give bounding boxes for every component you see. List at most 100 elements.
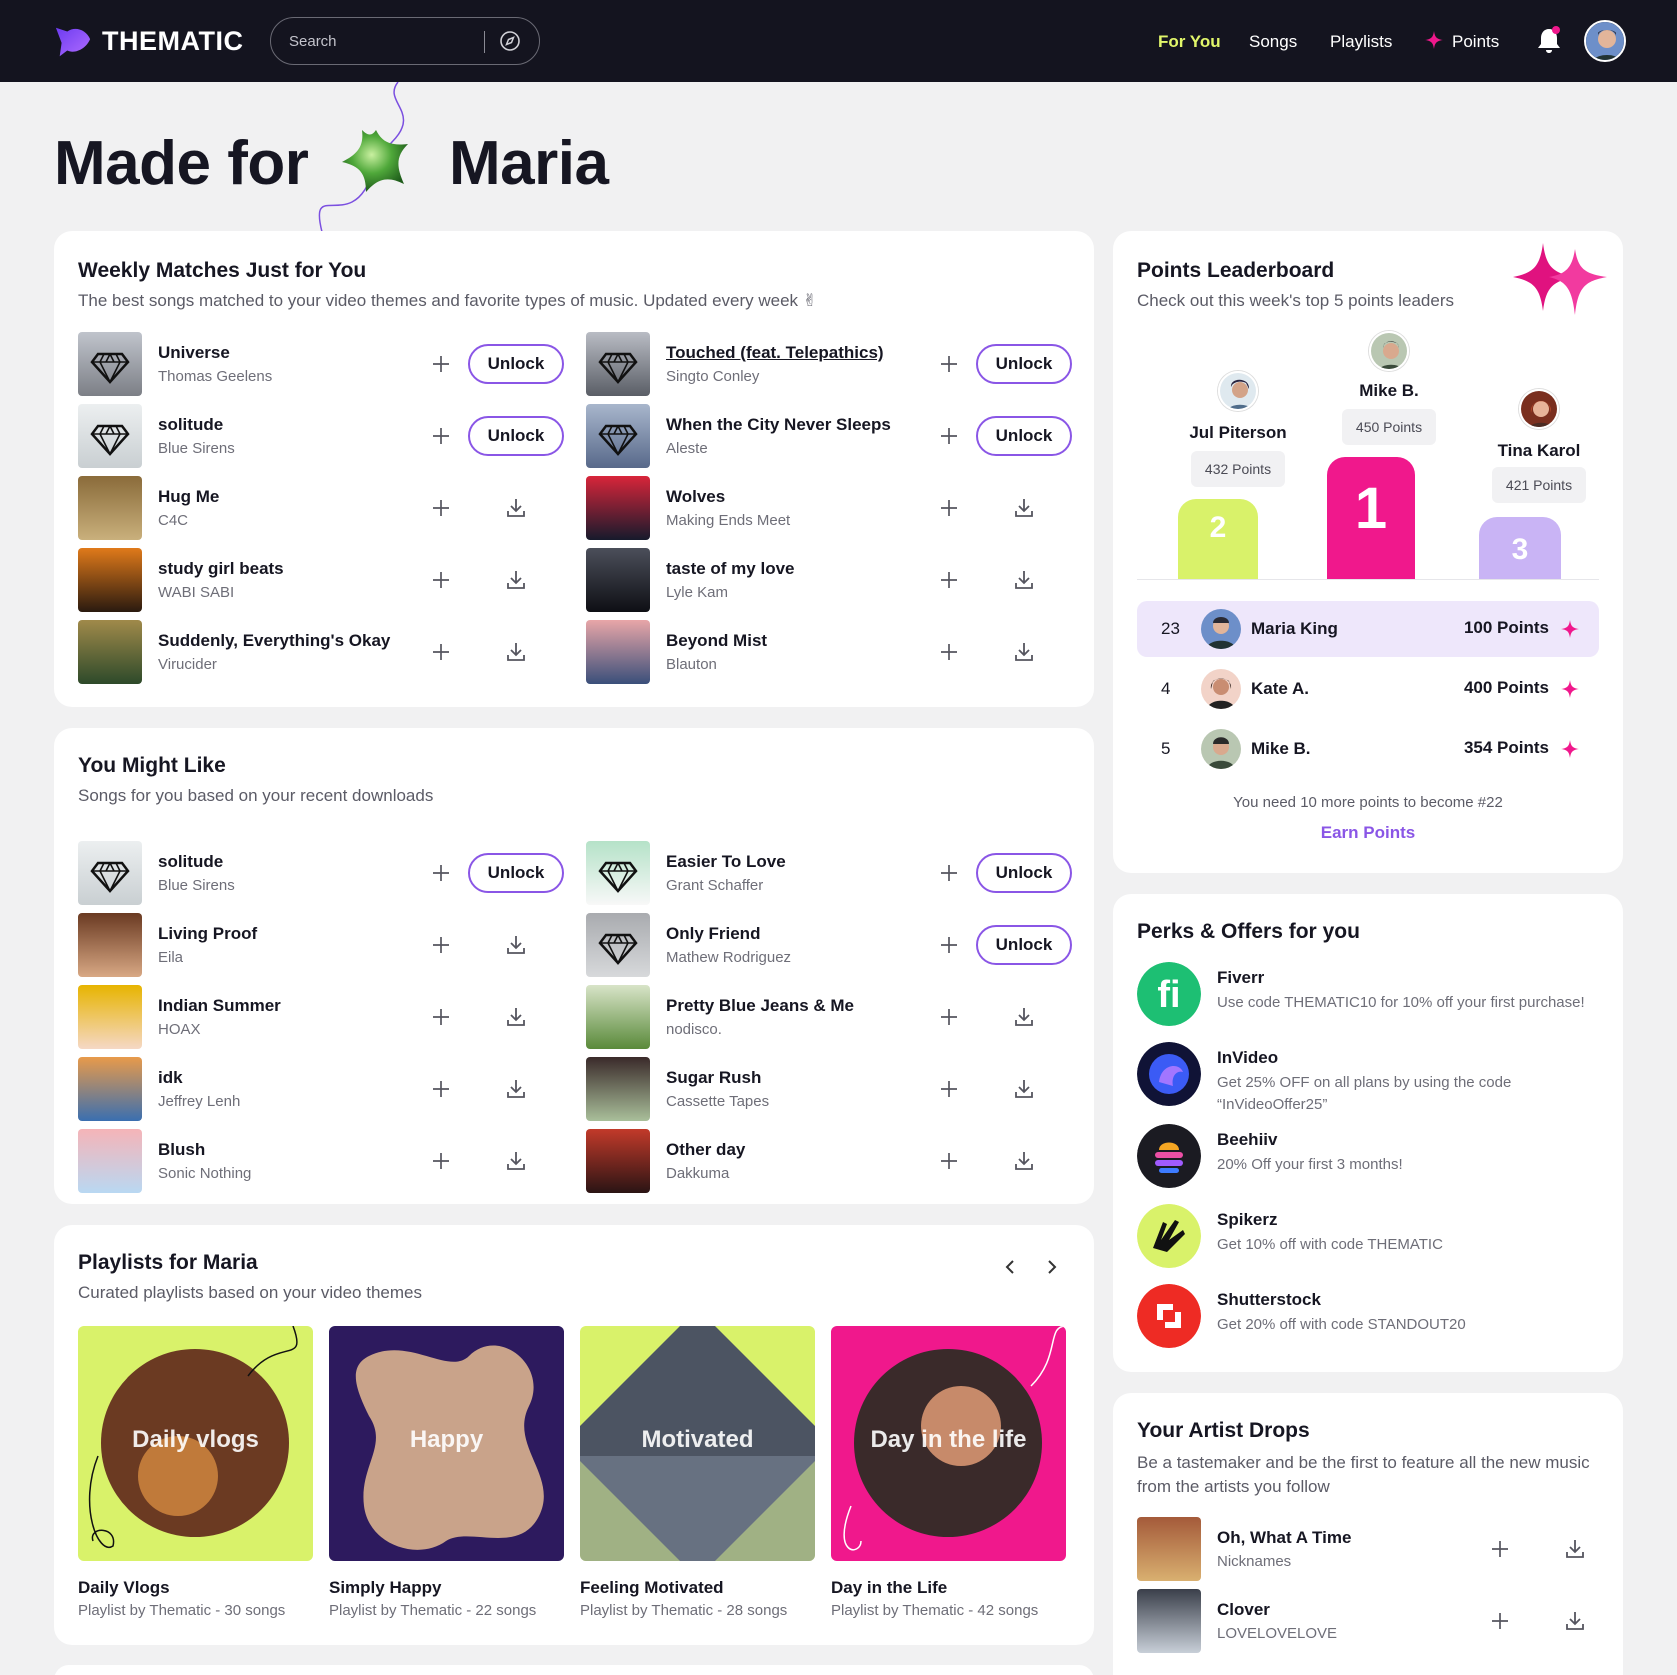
- song-row[interactable]: When the City Never Sleeps Aleste Unlock: [586, 404, 1072, 468]
- song-artist[interactable]: Cassette Tapes: [666, 1093, 769, 1110]
- plus-icon[interactable]: [938, 497, 960, 519]
- song-row[interactable]: Sugar Rush Cassette Tapes: [586, 1057, 1072, 1121]
- perk-item[interactable]: Spikerz Get 10% off with code THEMATIC: [1137, 1204, 1599, 1270]
- plus-icon[interactable]: [938, 1150, 960, 1172]
- album-art[interactable]: [586, 548, 650, 612]
- playlist-title[interactable]: Feeling Motivated: [580, 1578, 724, 1598]
- song-title[interactable]: taste of my love: [666, 559, 795, 579]
- album-art[interactable]: [1137, 1517, 1201, 1581]
- search-box[interactable]: [270, 17, 540, 65]
- plus-icon[interactable]: [430, 1006, 452, 1028]
- download-icon[interactable]: [1012, 1149, 1036, 1173]
- album-art[interactable]: [78, 548, 142, 612]
- song-title[interactable]: Clover: [1217, 1600, 1270, 1620]
- song-title[interactable]: Blush: [158, 1140, 205, 1160]
- earn-points-link[interactable]: Earn Points: [1113, 823, 1623, 843]
- download-icon[interactable]: [1563, 1609, 1587, 1633]
- song-title[interactable]: Sugar Rush: [666, 1068, 761, 1088]
- album-art[interactable]: [1137, 1589, 1201, 1653]
- song-artist[interactable]: Thomas Geelens: [158, 368, 272, 385]
- plus-icon[interactable]: [430, 497, 452, 519]
- song-artist[interactable]: Lyle Kam: [666, 584, 728, 601]
- bell-icon[interactable]: [1535, 25, 1563, 55]
- playlist-title[interactable]: Day in the Life: [831, 1578, 947, 1598]
- song-title[interactable]: Only Friend: [666, 924, 760, 944]
- song-title[interactable]: Living Proof: [158, 924, 257, 944]
- album-art[interactable]: [78, 332, 142, 396]
- album-art[interactable]: [78, 476, 142, 540]
- song-artist[interactable]: Dakkuma: [666, 1165, 729, 1182]
- album-art[interactable]: [78, 404, 142, 468]
- plus-icon[interactable]: [938, 862, 960, 884]
- chevron-left-icon[interactable]: [999, 1256, 1021, 1278]
- plus-icon[interactable]: [1489, 1610, 1511, 1632]
- song-title[interactable]: Suddenly, Everything's Okay: [158, 631, 390, 651]
- album-art[interactable]: [586, 332, 650, 396]
- song-title[interactable]: Hug Me: [158, 487, 219, 507]
- user-avatar[interactable]: [1584, 20, 1626, 62]
- plus-icon[interactable]: [430, 569, 452, 591]
- album-art[interactable]: [586, 913, 650, 977]
- nav-songs[interactable]: Songs: [1249, 32, 1297, 52]
- playlist-cover[interactable]: Day in the life: [831, 1326, 1066, 1561]
- unlock-button[interactable]: Unlock: [468, 416, 564, 456]
- plus-icon[interactable]: [430, 425, 452, 447]
- song-artist[interactable]: Virucider: [158, 656, 217, 673]
- nav-for-you[interactable]: For You: [1158, 32, 1221, 52]
- download-icon[interactable]: [504, 1149, 528, 1173]
- nav-playlists[interactable]: Playlists: [1330, 32, 1392, 52]
- playlist-cover[interactable]: Motivated: [580, 1326, 815, 1561]
- song-row[interactable]: Beyond Mist Blauton: [586, 620, 1072, 684]
- perk-item[interactable]: fi Fiverr Use code THEMATIC10 for 10% of…: [1137, 962, 1599, 1028]
- song-row[interactable]: Indian Summer HOAX: [78, 985, 564, 1049]
- plus-icon[interactable]: [938, 1006, 960, 1028]
- album-art[interactable]: [586, 620, 650, 684]
- song-title[interactable]: Indian Summer: [158, 996, 281, 1016]
- unlock-button[interactable]: Unlock: [976, 925, 1072, 965]
- download-icon[interactable]: [504, 568, 528, 592]
- download-icon[interactable]: [504, 933, 528, 957]
- song-title[interactable]: Oh, What A Time: [1217, 1528, 1351, 1548]
- download-icon[interactable]: [1012, 1005, 1036, 1029]
- plus-icon[interactable]: [430, 1150, 452, 1172]
- compass-icon[interactable]: [499, 30, 521, 52]
- plus-icon[interactable]: [938, 425, 960, 447]
- plus-icon[interactable]: [938, 1078, 960, 1100]
- song-title[interactable]: idk: [158, 1068, 183, 1088]
- song-row[interactable]: Touched (feat. Telepathics) Singto Conley…: [586, 332, 1072, 396]
- album-art[interactable]: [586, 841, 650, 905]
- playlist-cover[interactable]: Daily vlogs: [78, 1326, 313, 1561]
- song-row[interactable]: Universe Thomas Geelens Unlock: [78, 332, 564, 396]
- song-row[interactable]: idk Jeffrey Lenh: [78, 1057, 564, 1121]
- song-row[interactable]: Only Friend Mathew Rodriguez Unlock: [586, 913, 1072, 977]
- album-art[interactable]: [78, 1057, 142, 1121]
- plus-icon[interactable]: [430, 862, 452, 884]
- song-artist[interactable]: LOVELOVELOVE: [1217, 1625, 1337, 1642]
- song-row[interactable]: Pretty Blue Jeans & Me nodisco.: [586, 985, 1072, 1049]
- song-title[interactable]: Touched (feat. Telepathics): [666, 343, 884, 363]
- chevron-right-icon[interactable]: [1041, 1256, 1063, 1278]
- download-icon[interactable]: [1012, 1077, 1036, 1101]
- album-art[interactable]: [78, 913, 142, 977]
- unlock-button[interactable]: Unlock: [468, 344, 564, 384]
- album-art[interactable]: [586, 1129, 650, 1193]
- unlock-button[interactable]: Unlock: [976, 344, 1072, 384]
- song-title[interactable]: When the City Never Sleeps: [666, 415, 891, 435]
- song-artist[interactable]: Jeffrey Lenh: [158, 1093, 240, 1110]
- song-artist[interactable]: Singto Conley: [666, 368, 759, 385]
- download-icon[interactable]: [504, 640, 528, 664]
- song-artist[interactable]: Blue Sirens: [158, 877, 235, 894]
- song-row[interactable]: solitude Blue Sirens Unlock: [78, 404, 564, 468]
- song-title[interactable]: Wolves: [666, 487, 725, 507]
- plus-icon[interactable]: [938, 934, 960, 956]
- album-art[interactable]: [78, 620, 142, 684]
- plus-icon[interactable]: [430, 641, 452, 663]
- song-title[interactable]: Pretty Blue Jeans & Me: [666, 996, 854, 1016]
- download-icon[interactable]: [504, 1005, 528, 1029]
- nav-points[interactable]: Points: [1452, 32, 1499, 52]
- song-row[interactable]: Hug Me C4C: [78, 476, 564, 540]
- song-artist[interactable]: Blue Sirens: [158, 440, 235, 457]
- album-art[interactable]: [78, 841, 142, 905]
- song-title[interactable]: Easier To Love: [666, 852, 786, 872]
- download-icon[interactable]: [1012, 640, 1036, 664]
